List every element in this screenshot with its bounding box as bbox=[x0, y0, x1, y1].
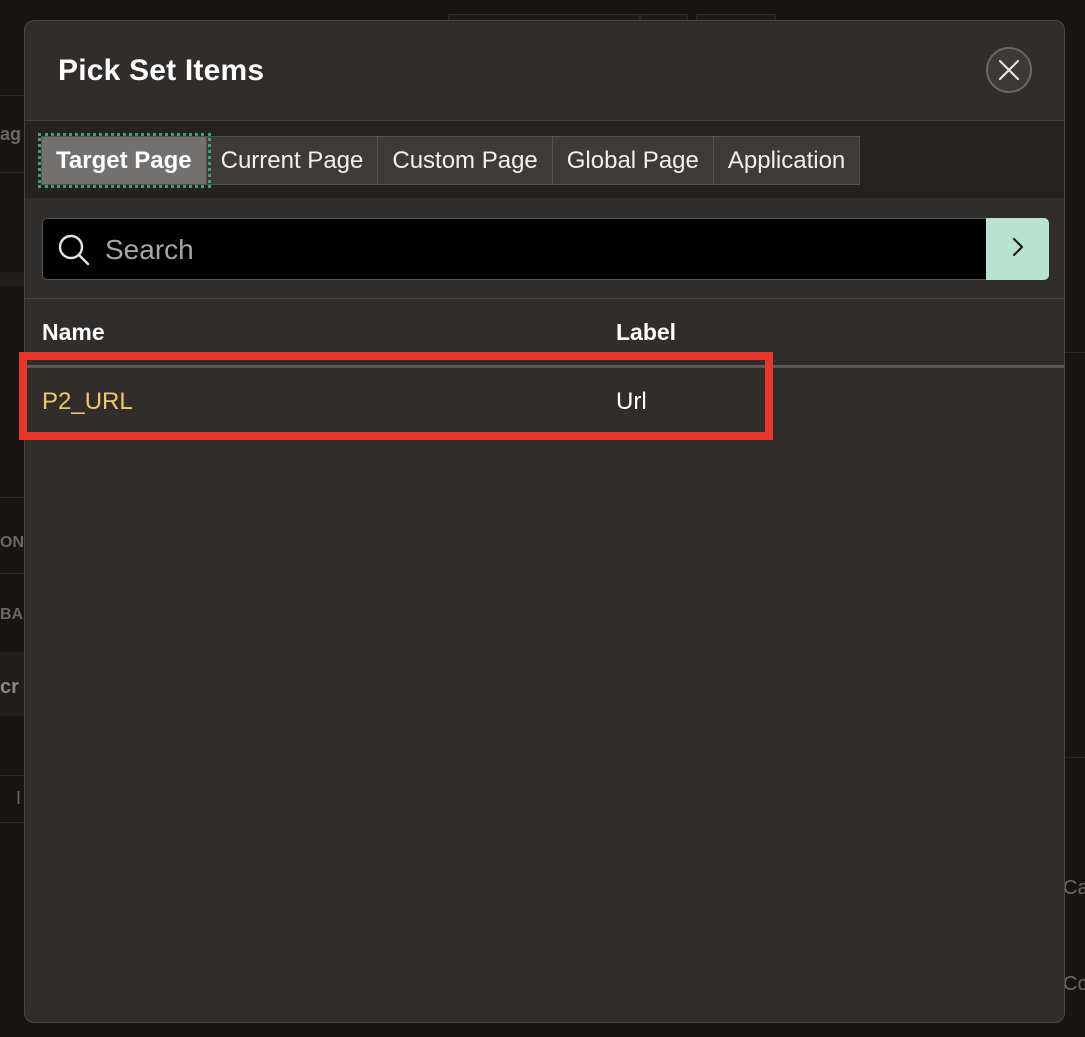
search-go-button[interactable] bbox=[986, 218, 1049, 280]
background-text: I bbox=[16, 788, 22, 808]
background-text: Ca bbox=[1063, 877, 1085, 899]
tabs-bar: Target Page Current Page Custom Page Glo… bbox=[25, 121, 1064, 198]
table-row[interactable]: P2_URL Url bbox=[25, 368, 1064, 436]
tab-current-page[interactable]: Current Page bbox=[207, 137, 379, 184]
column-header-label: Label bbox=[616, 319, 677, 345]
search-box bbox=[42, 218, 987, 281]
background-divider bbox=[1063, 352, 1085, 353]
background-text: ON bbox=[0, 534, 24, 551]
background-text: Co bbox=[1063, 973, 1085, 995]
dialog-header: Pick Set Items bbox=[25, 21, 1064, 121]
pick-set-items-dialog: Pick Set Items Target Page Current Page … bbox=[24, 20, 1065, 1023]
close-button[interactable] bbox=[986, 47, 1032, 93]
items-table: Name Label P2_URL Url bbox=[25, 299, 1064, 436]
background-text: ag bbox=[0, 124, 22, 144]
tab-application[interactable]: Application bbox=[714, 137, 859, 184]
background-text: cr bbox=[0, 676, 19, 698]
close-icon bbox=[997, 58, 1021, 82]
tab-target-page[interactable]: Target Page bbox=[38, 133, 211, 188]
column-header-name: Name bbox=[42, 319, 105, 345]
tab-list: Target Page Current Page Custom Page Glo… bbox=[38, 133, 861, 188]
search-icon bbox=[57, 233, 91, 267]
tab-custom-page[interactable]: Custom Page bbox=[378, 137, 553, 184]
chevron-right-icon bbox=[1010, 236, 1026, 263]
background-divider bbox=[1063, 757, 1085, 758]
tab-global-page[interactable]: Global Page bbox=[553, 137, 714, 184]
dialog-title: Pick Set Items bbox=[58, 54, 265, 87]
table-header: Name Label bbox=[25, 299, 1064, 368]
search-input[interactable] bbox=[103, 219, 967, 281]
background-text: BA bbox=[0, 606, 24, 623]
item-name[interactable]: P2_URL bbox=[42, 388, 133, 416]
item-label: Url bbox=[616, 388, 647, 415]
search-area bbox=[25, 198, 1064, 299]
